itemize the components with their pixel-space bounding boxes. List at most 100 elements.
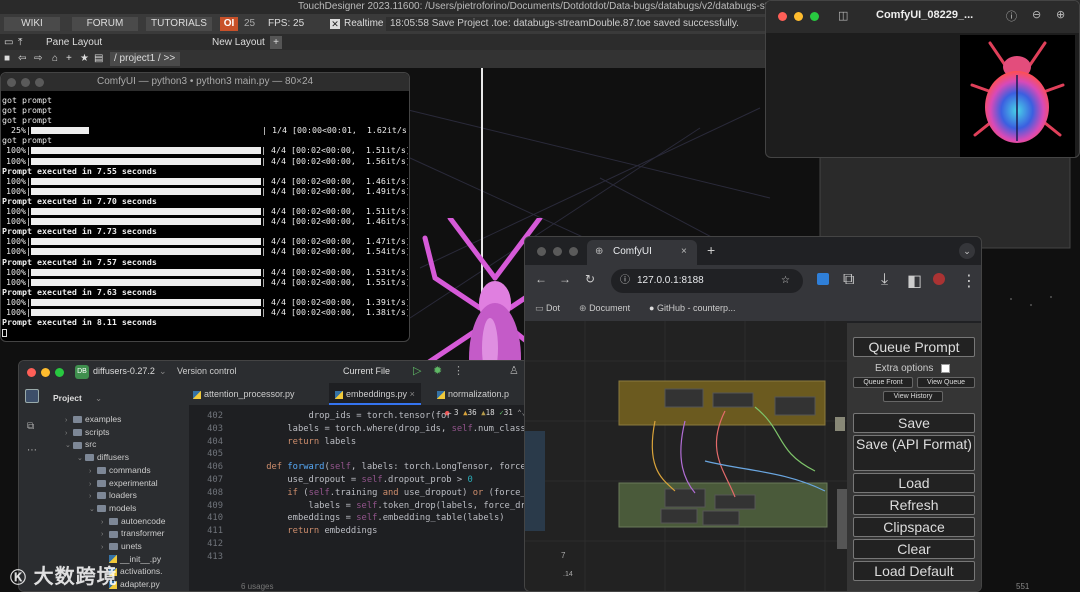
- account-icon[interactable]: ♙: [509, 364, 519, 377]
- td-star-icon[interactable]: ★: [80, 52, 89, 65]
- bookmark-star-icon[interactable]: ☆: [781, 269, 790, 293]
- pane-layout-label[interactable]: Pane Layout: [46, 36, 102, 49]
- bookmark-dot[interactable]: ▭ Dot: [535, 303, 560, 314]
- reload-icon[interactable]: ↻: [585, 272, 595, 286]
- zoom-icon[interactable]: [35, 78, 44, 87]
- zoom-icon[interactable]: [569, 247, 578, 256]
- close-icon[interactable]: [537, 247, 546, 256]
- load-button[interactable]: Load: [853, 473, 975, 493]
- minimize-icon[interactable]: [553, 247, 562, 256]
- new-tab-icon[interactable]: +: [707, 242, 715, 258]
- extensions-puzzle-icon[interactable]: ⧉: [843, 271, 854, 289]
- code-line[interactable]: labels = torch.where(drop_ids, self.num_…: [245, 424, 559, 434]
- minimize-icon[interactable]: [794, 12, 803, 21]
- inspection-widget[interactable]: ● 3 ▲36 ▲18 ✓31 ⌃⌄: [441, 408, 527, 417]
- new-layout-label[interactable]: New Layout: [212, 36, 265, 49]
- td-tutorials-button[interactable]: TUTORIALS: [146, 17, 212, 31]
- queue-prompt-button[interactable]: Queue Prompt: [853, 337, 975, 357]
- td-path-more[interactable]: >>: [163, 53, 175, 64]
- menu-icon[interactable]: ⋮: [961, 271, 977, 291]
- chevron-down-icon[interactable]: ⌄: [65, 440, 73, 452]
- address-bar[interactable]: ⓘ 127.0.0.1:8188 ☆: [611, 269, 803, 293]
- project-tree-item[interactable]: › commands: [89, 464, 151, 476]
- zoom-out-icon[interactable]: ⊖: [1032, 8, 1041, 21]
- code-editor[interactable]: ● 3 ▲36 ▲18 ✓31 ⌃⌄ 402 drop_ids = torch.…: [189, 405, 559, 591]
- tab-search-icon[interactable]: ⌄: [959, 243, 975, 259]
- bookmark-github[interactable]: ● GitHub - counterp...: [649, 303, 736, 313]
- project-tree-item[interactable]: › scripts: [65, 426, 110, 438]
- code-line[interactable]: embeddings = self.embedding_table(labels…: [245, 513, 504, 523]
- project-tree-item[interactable]: ⌄ models: [89, 502, 136, 514]
- run-config-select[interactable]: Current File: [343, 366, 390, 376]
- project-tree-item[interactable]: ⌄ diffusers: [77, 451, 129, 463]
- forward-icon[interactable]: →: [559, 272, 571, 286]
- project-badge[interactable]: DB: [75, 365, 89, 379]
- project-name[interactable]: diffusers-0.27.2: [93, 366, 155, 376]
- chevron-down-icon[interactable]: ⌄: [95, 393, 102, 404]
- clipspace-button[interactable]: Clipspace: [853, 517, 975, 537]
- project-tree-item[interactable]: › transformer: [101, 527, 164, 539]
- debug-icon[interactable]: ✹: [433, 364, 442, 377]
- vcs-menu[interactable]: Version control: [177, 366, 237, 376]
- add-pane-icon[interactable]: +: [270, 36, 282, 49]
- save-button[interactable]: Save: [853, 413, 975, 433]
- close-icon[interactable]: [7, 78, 16, 87]
- project-tree-item[interactable]: › autoencode: [101, 515, 165, 527]
- refresh-button[interactable]: Refresh: [853, 495, 975, 515]
- realtime-checkbox[interactable]: ✕: [330, 19, 340, 29]
- site-info-icon[interactable]: ⓘ: [620, 269, 630, 293]
- td-icon-1[interactable]: ▭: [4, 36, 13, 49]
- minimize-icon[interactable]: [21, 78, 30, 87]
- terminal-output[interactable]: got prompt got prompt got prompt 25%| | 1/4 …: [2, 95, 408, 341]
- project-tree-item[interactable]: › experimental: [89, 477, 158, 489]
- td-home-icon[interactable]: ⌂: [52, 52, 58, 65]
- back-icon[interactable]: ←: [535, 272, 547, 286]
- view-queue-button[interactable]: View Queue: [917, 377, 975, 388]
- code-line[interactable]: drop_ids = torch.tensor(for: [245, 411, 452, 421]
- usages-hint[interactable]: 6 usages: [241, 582, 273, 591]
- info-icon[interactable]: ⓘ: [1006, 8, 1017, 24]
- tab-attention-processor[interactable]: attention_processor.py: [193, 383, 295, 405]
- close-icon[interactable]: [778, 12, 787, 21]
- tab-embeddings[interactable]: embeddings.py ×: [329, 383, 421, 405]
- code-line[interactable]: def forward(self, labels: torch.LongTens…: [245, 462, 559, 472]
- td-oi-badge[interactable]: OI: [220, 17, 238, 31]
- td-plus-icon[interactable]: +: [66, 52, 72, 65]
- close-icon[interactable]: ×: [681, 240, 687, 264]
- code-line[interactable]: labels = self.token_drop(labels, force_d…: [245, 501, 559, 511]
- code-line[interactable]: return labels: [245, 437, 356, 447]
- td-wiki-button[interactable]: WIKI: [4, 17, 60, 31]
- project-tree-item[interactable]: › examples: [65, 413, 121, 425]
- terminal-window[interactable]: ComfyUI — python3 • python3 main.py — 80…: [0, 72, 410, 342]
- more-tools-icon[interactable]: ⋯: [27, 445, 37, 456]
- close-icon[interactable]: [27, 368, 36, 377]
- td-folder-icon[interactable]: ▤: [94, 52, 103, 65]
- bookmark-document[interactable]: ⊕ Document: [579, 303, 630, 314]
- zoom-icon[interactable]: [55, 368, 64, 377]
- td-icon-2[interactable]: ⤒: [18, 36, 22, 49]
- td-forward-icon[interactable]: ⇨: [34, 52, 42, 65]
- structure-icon[interactable]: ⧉: [27, 421, 34, 432]
- code-line[interactable]: if (self.training and use_dropout) or (f…: [245, 488, 559, 498]
- tab-comfyui[interactable]: ⊕ ComfyUI ×: [587, 240, 697, 265]
- image-preview-window[interactable]: ◫ ComfyUI_08229_... ⓘ ⊖ ⊕: [765, 0, 1080, 158]
- code-line[interactable]: use_dropout = self.dropout_prob > 0: [245, 475, 472, 485]
- project-panel-title[interactable]: Project: [53, 393, 82, 403]
- project-tool-icon[interactable]: [25, 389, 39, 403]
- comfy-graph-canvas[interactable]: 7 .14: [525, 321, 847, 591]
- zoom-in-icon[interactable]: ⊕: [1056, 8, 1065, 21]
- td-back-icon[interactable]: ⇦: [18, 52, 26, 65]
- project-tree-item[interactable]: › unets: [101, 540, 142, 552]
- zoom-icon[interactable]: [810, 12, 819, 21]
- code-line[interactable]: return embeddings: [245, 526, 377, 536]
- td-square-icon[interactable]: ■: [4, 52, 10, 65]
- close-icon[interactable]: ×: [410, 389, 415, 399]
- side-panel-icon[interactable]: ◧: [907, 271, 922, 291]
- chevron-down-icon[interactable]: ⌄: [89, 504, 97, 516]
- chevron-down-icon[interactable]: ⌄: [77, 453, 85, 465]
- minimize-icon[interactable]: [41, 368, 50, 377]
- project-tree-item[interactable]: › loaders: [89, 489, 137, 501]
- td-forum-button[interactable]: FORUM: [72, 17, 138, 31]
- browser-window[interactable]: ⊕ ComfyUI × + ⌄ ← → ↻ ⓘ 127.0.0.1:8188 ☆…: [524, 236, 982, 592]
- download-icon[interactable]: ⤓: [881, 271, 888, 289]
